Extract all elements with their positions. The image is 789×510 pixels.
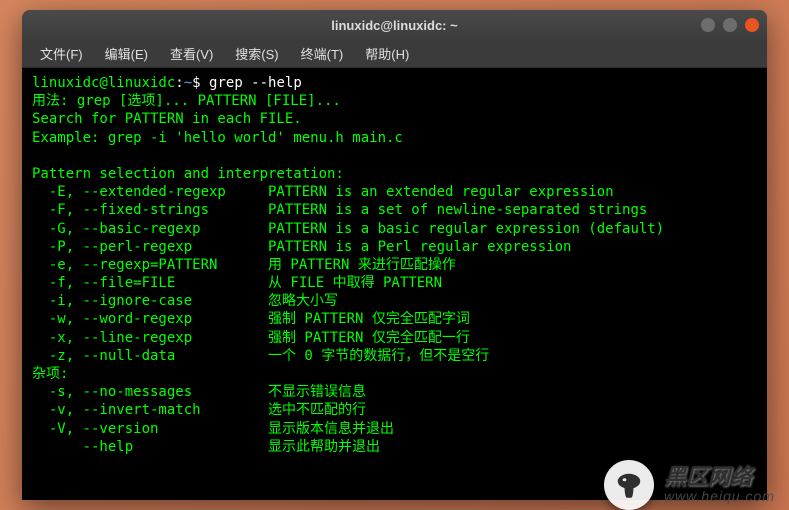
option-desc: 忽略大小写 xyxy=(260,293,338,309)
menu-help[interactable]: 帮助(H) xyxy=(355,40,419,67)
section-header-1: Pattern selection and interpretation: xyxy=(32,166,344,182)
prompt-dollar: $ xyxy=(192,75,200,91)
option-line: -f, --file=FILE xyxy=(32,274,260,292)
prompt-path: ~ xyxy=(184,75,192,91)
option-desc: 强制 PATTERN 仅完全匹配一行 xyxy=(260,330,470,346)
option-line: -s, --no-messages xyxy=(32,383,260,401)
option-line: -e, --regexp=PATTERN xyxy=(32,256,260,274)
menu-search[interactable]: 搜索(S) xyxy=(225,40,288,67)
prompt-userhost: linuxidc@linuxidc xyxy=(32,75,175,91)
menu-edit[interactable]: 编辑(E) xyxy=(95,40,158,67)
option-line: -w, --word-regexp xyxy=(32,310,260,328)
option-desc: 一个 0 字节的数据行，但不是空行 xyxy=(260,348,490,364)
option-desc: PATTERN is a Perl regular expression xyxy=(260,239,572,255)
option-line: -P, --perl-regexp xyxy=(32,238,260,256)
option-desc: 不显示错误信息 xyxy=(260,384,366,400)
option-line: --help xyxy=(32,438,260,456)
option-desc: 用 PATTERN 来进行匹配操作 xyxy=(260,257,456,273)
option-line: -G, --basic-regexp xyxy=(32,220,260,238)
option-line: -F, --fixed-strings xyxy=(32,201,260,219)
output-usage: 用法: grep [选项]... PATTERN [FILE]... xyxy=(32,93,341,109)
option-line: -i, --ignore-case xyxy=(32,292,260,310)
titlebar: linuxidc@linuxidc: ~ xyxy=(22,10,767,40)
output-example: Example: grep -i 'hello world' menu.h ma… xyxy=(32,130,403,146)
option-line: -x, --line-regexp xyxy=(32,329,260,347)
option-desc: PATTERN is a basic regular expression (d… xyxy=(260,221,665,237)
section-header-2: 杂项: xyxy=(32,366,68,382)
option-line: -V, --version xyxy=(32,420,260,438)
option-desc: 选中不匹配的行 xyxy=(260,402,366,418)
output-desc: Search for PATTERN in each FILE. xyxy=(32,111,302,127)
window-title: linuxidc@linuxidc: ~ xyxy=(331,18,457,33)
maximize-button[interactable] xyxy=(723,18,737,32)
command-text: grep --help xyxy=(201,75,302,91)
prompt-colon: : xyxy=(175,75,183,91)
option-line: -z, --null-data xyxy=(32,347,260,365)
terminal-window: linuxidc@linuxidc: ~ 文件(F) 编辑(E) 查看(V) 搜… xyxy=(22,10,767,500)
menu-terminal[interactable]: 终端(T) xyxy=(291,40,354,67)
option-line: -v, --invert-match xyxy=(32,401,260,419)
window-controls xyxy=(701,18,759,32)
minimize-button[interactable] xyxy=(701,18,715,32)
menubar: 文件(F) 编辑(E) 查看(V) 搜索(S) 终端(T) 帮助(H) xyxy=(22,40,767,68)
menu-view[interactable]: 查看(V) xyxy=(160,40,223,67)
option-desc: 从 FILE 中取得 PATTERN xyxy=(260,275,442,291)
menu-file[interactable]: 文件(F) xyxy=(30,40,93,67)
terminal-body[interactable]: linuxidc@linuxidc:~$ grep --help 用法: gre… xyxy=(22,68,767,500)
option-desc: PATTERN is a set of newline-separated st… xyxy=(260,202,648,218)
option-desc: 显示此帮助并退出 xyxy=(260,439,380,455)
close-button[interactable] xyxy=(745,18,759,32)
option-desc: 强制 PATTERN 仅完全匹配字词 xyxy=(260,311,470,327)
option-desc: PATTERN is an extended regular expressio… xyxy=(260,184,614,200)
option-line: -E, --extended-regexp xyxy=(32,183,260,201)
option-desc: 显示版本信息并退出 xyxy=(260,421,394,437)
